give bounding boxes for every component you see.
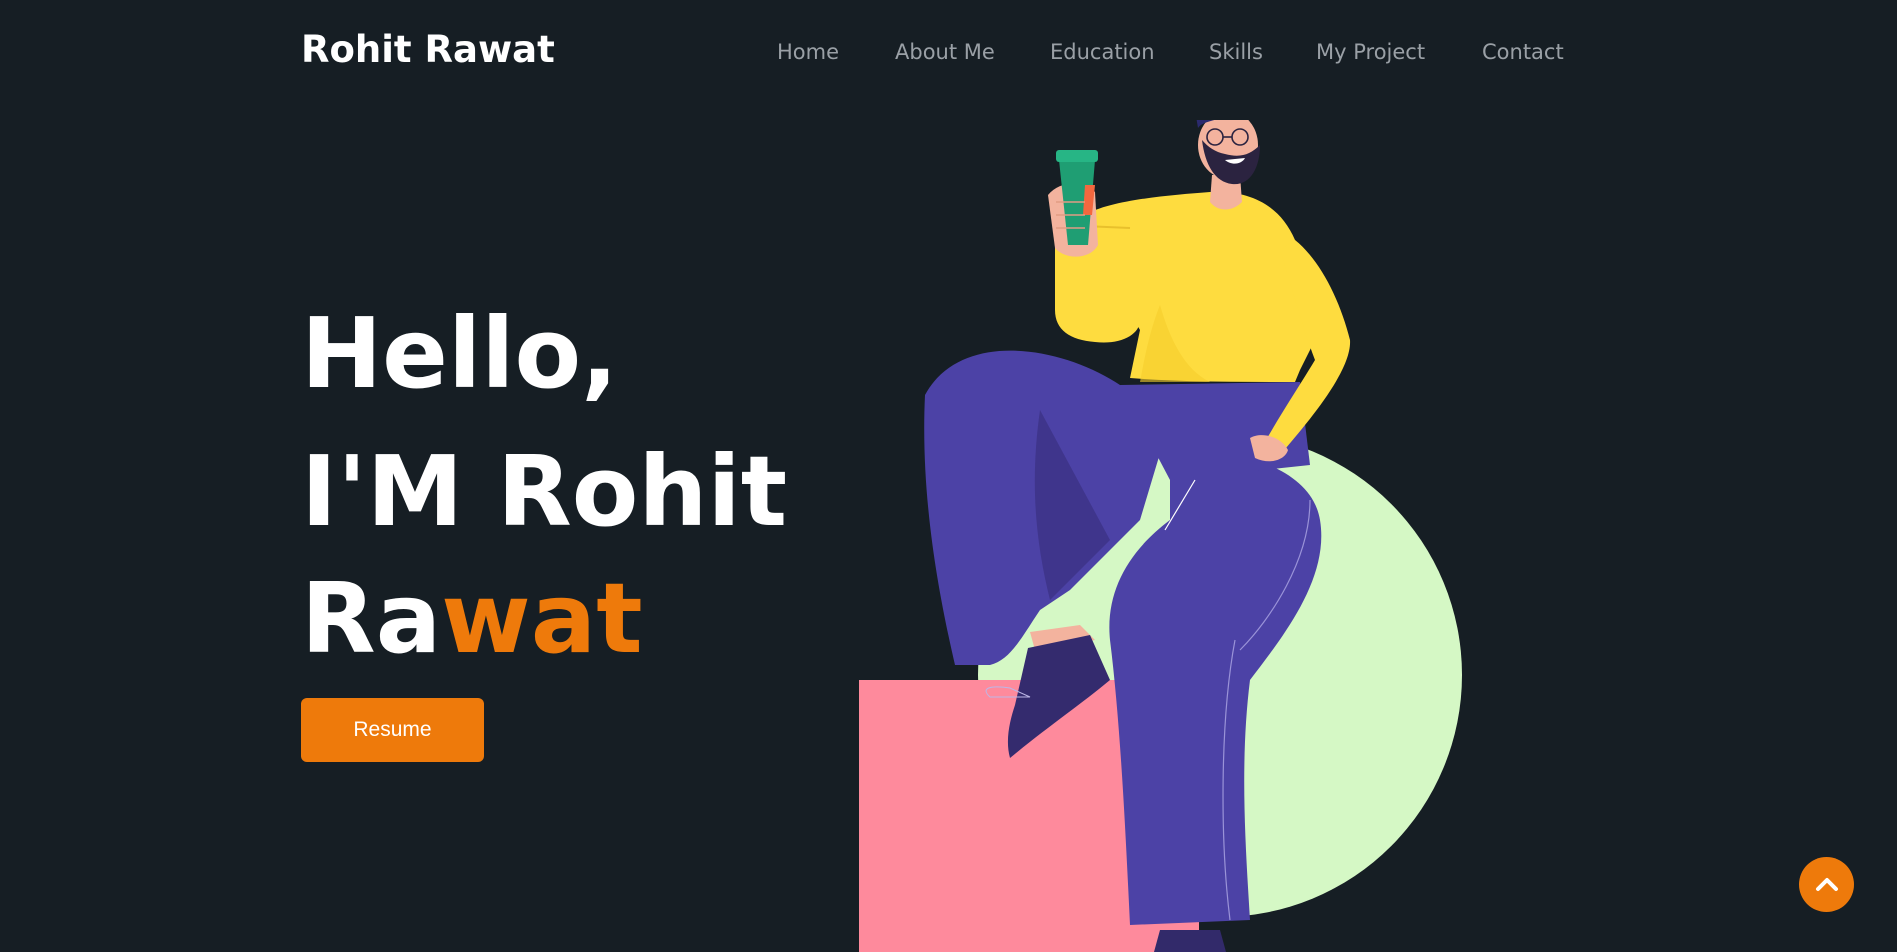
- main-nav: Home About Me Education Skills My Projec…: [777, 40, 1564, 64]
- nav-item-skills[interactable]: Skills: [1209, 40, 1316, 64]
- resume-button[interactable]: Resume: [301, 698, 484, 762]
- nav-item-my-project[interactable]: My Project: [1316, 40, 1482, 64]
- scroll-to-top-button[interactable]: [1799, 857, 1854, 912]
- hero-surname: Rawat: [301, 570, 643, 667]
- brand-logo[interactable]: Rohit Rawat: [301, 28, 555, 71]
- chevron-up-icon: [1815, 877, 1838, 891]
- nav-item-home[interactable]: Home: [777, 40, 895, 64]
- nav-item-education[interactable]: Education: [1050, 40, 1209, 64]
- hero-greeting: Hello,: [301, 297, 618, 410]
- hero-surname-plain: Ra: [301, 562, 442, 675]
- hero-intro: I'M Rohit: [301, 435, 788, 548]
- person-with-coffee-illustration: [859, 120, 1462, 952]
- nav-item-contact[interactable]: Contact: [1482, 40, 1564, 64]
- nav-item-about-me[interactable]: About Me: [895, 40, 1050, 64]
- page: Rohit Rawat Home About Me Education Skil…: [0, 0, 1897, 952]
- hero-surname-accent: wat: [441, 562, 643, 675]
